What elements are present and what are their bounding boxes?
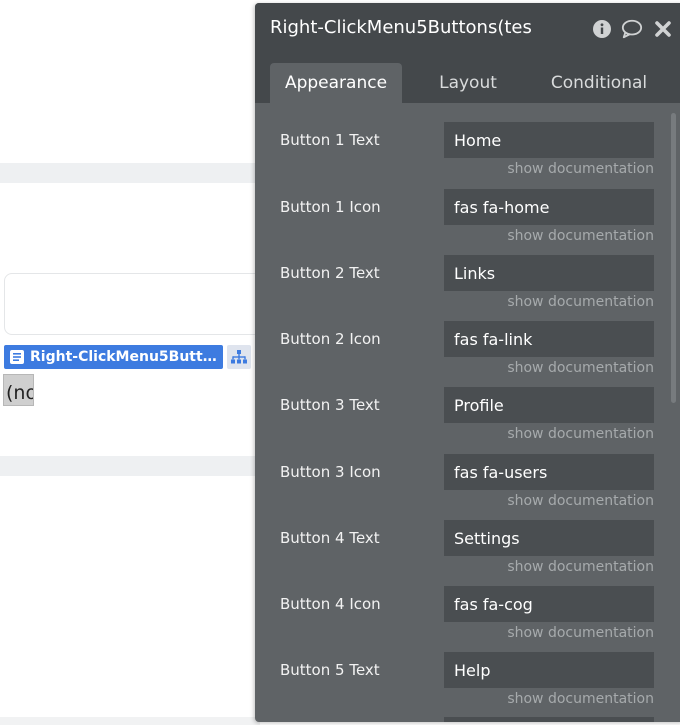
tab-layout[interactable]: Layout (403, 63, 533, 103)
button-4-icon-input[interactable] (444, 586, 654, 622)
element-preview[interactable]: (no (3, 374, 34, 406)
button-2-icon-input[interactable] (444, 321, 654, 357)
property-row: Button 3 Icon show documentation (255, 435, 680, 509)
button-1-text-input[interactable] (444, 122, 654, 158)
button-3-text-input[interactable] (444, 387, 654, 423)
canvas-group-box[interactable] (4, 273, 276, 335)
close-icon[interactable] (652, 18, 674, 40)
property-label: Button 2 Text (280, 264, 380, 282)
property-row: Button 5 Text show documentation (255, 633, 680, 707)
canvas-section-divider (0, 456, 260, 476)
tab-appearance[interactable]: Appearance (270, 63, 402, 103)
panel-title[interactable]: Right-ClickMenu5Buttons(testing (270, 17, 532, 43)
button-3-icon-input[interactable] (444, 454, 654, 490)
property-row: Button 4 Icon show documentation (255, 567, 680, 641)
element-type-icon (10, 350, 24, 364)
property-label: Button 1 Text (280, 131, 380, 149)
info-icon[interactable] (591, 18, 613, 40)
button-1-icon-input[interactable] (444, 189, 654, 225)
property-row: Button 3 Text show documentation (255, 368, 680, 442)
element-tree-button[interactable] (227, 345, 251, 369)
selected-element-tag[interactable]: Right-ClickMenu5Butto... (4, 345, 223, 369)
button-4-text-input[interactable] (444, 520, 654, 556)
property-row: Button 1 Icon show documentation (255, 170, 680, 244)
comment-icon[interactable] (621, 18, 643, 40)
button-5-text-input[interactable] (444, 652, 654, 688)
selected-element-label: Right-ClickMenu5Butto... (30, 349, 223, 365)
property-row: Button 1 Text show documentation (255, 103, 680, 177)
next-property-input[interactable] (444, 717, 654, 722)
panel-tabs: Appearance Layout Conditional (255, 55, 680, 103)
show-documentation-link[interactable]: show documentation (444, 691, 654, 707)
button-2-text-input[interactable] (444, 255, 654, 291)
property-label: Button 2 Icon (280, 330, 381, 348)
property-label: Button 4 Text (280, 529, 380, 547)
property-label: Button 5 Text (280, 661, 380, 679)
canvas-section-divider (0, 163, 260, 183)
property-editor-panel: Right-ClickMenu5Buttons(testing Appearan… (255, 3, 680, 722)
property-label: Button 4 Icon (280, 595, 381, 613)
property-label: Button 3 Text (280, 396, 380, 414)
canvas-section-divider (0, 717, 260, 725)
property-row: Button 2 Text show documentation (255, 236, 680, 310)
tab-conditional[interactable]: Conditional (534, 63, 664, 103)
property-label: Button 3 Icon (280, 463, 381, 481)
element-tree-icon (231, 350, 247, 364)
panel-scrollbar[interactable] (671, 113, 676, 403)
property-label: Button 1 Icon (280, 198, 381, 216)
property-row: Button 4 Text show documentation (255, 501, 680, 575)
panel-header: Right-ClickMenu5Buttons(testing (255, 3, 680, 55)
property-row: Button 2 Icon show documentation (255, 302, 680, 376)
